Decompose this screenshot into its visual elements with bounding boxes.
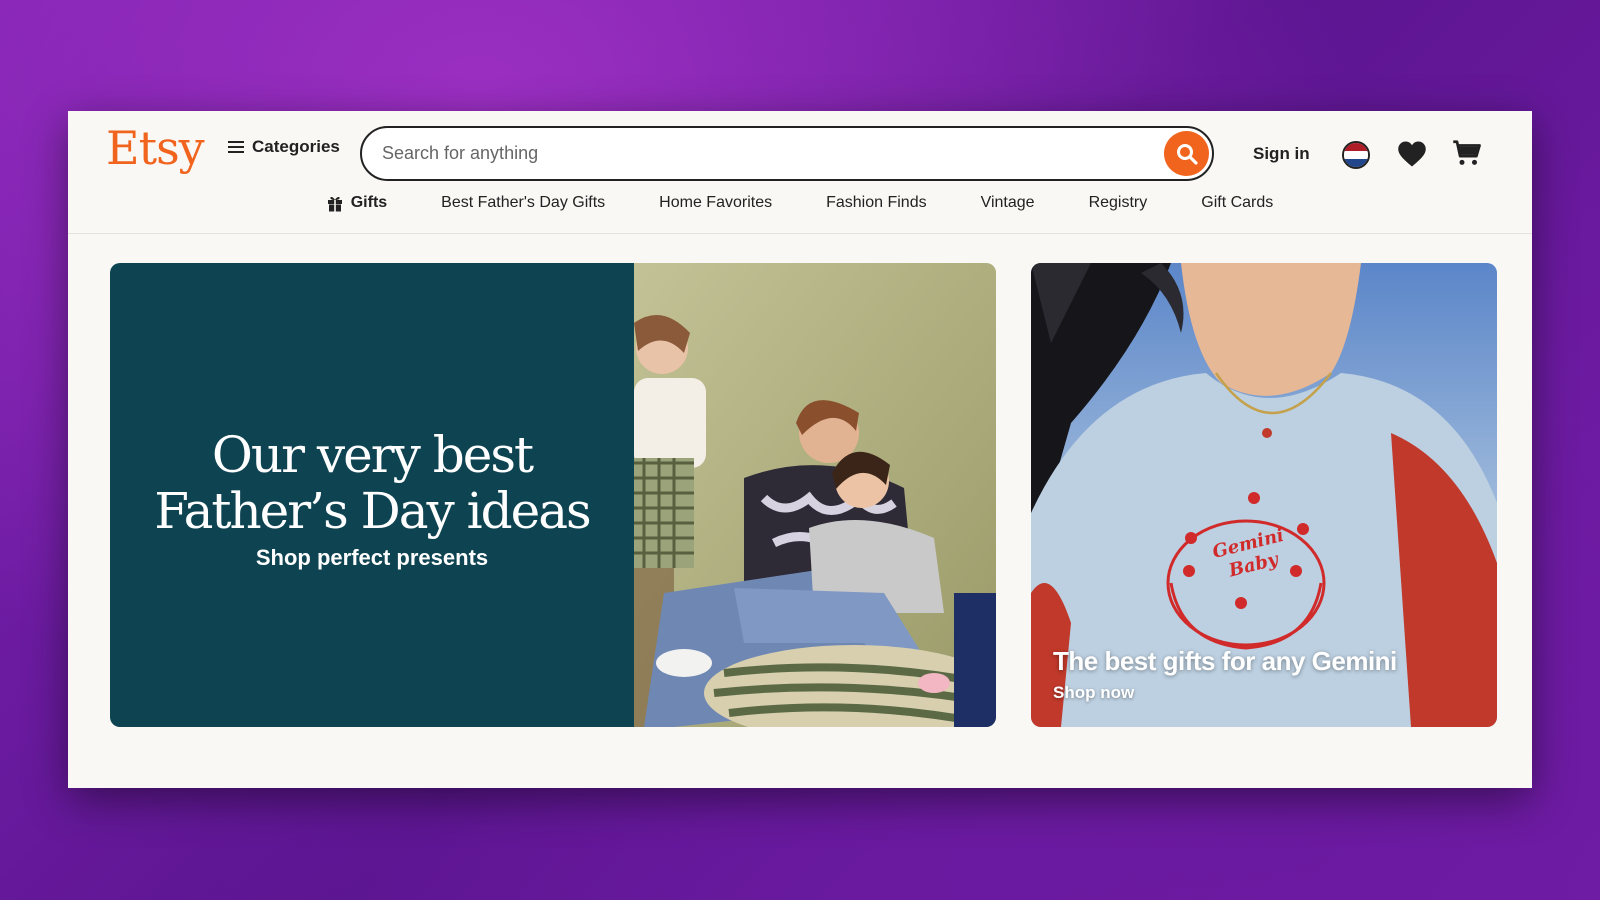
nav-item-gift-cards[interactable]: Gift Cards xyxy=(1174,191,1300,215)
browser-window: Etsy Categories Sign in xyxy=(68,111,1532,788)
hero-title: Our very best Father’s Day ideas xyxy=(154,426,591,540)
favorites-heart-icon[interactable] xyxy=(1397,140,1427,173)
search-input[interactable] xyxy=(382,138,1122,169)
flag-stripe-middle xyxy=(1344,151,1368,159)
nav-item-fathers-day[interactable]: Best Father's Day Gifts xyxy=(414,191,632,215)
gift-icon xyxy=(327,196,342,212)
hero-subtitle: Shop perfect presents xyxy=(255,545,489,570)
category-nav: Gifts Best Father's Day Gifts Home Favor… xyxy=(68,191,1532,215)
categories-button[interactable]: Categories xyxy=(228,137,340,157)
hamburger-icon xyxy=(228,140,244,154)
site-header: Etsy Categories Sign in xyxy=(68,111,1532,234)
categories-label: Categories xyxy=(252,137,340,156)
flag-stripe-top xyxy=(1344,143,1368,151)
etsy-logo[interactable]: Etsy xyxy=(106,121,205,175)
flag-stripe-bottom xyxy=(1344,159,1368,167)
search-button[interactable] xyxy=(1164,131,1209,176)
gemini-gift-banner[interactable]: Gemini Baby The best gifts for any Gemin… xyxy=(1031,263,1497,727)
sign-in-link[interactable]: Sign in xyxy=(1253,144,1310,164)
side-banner-title: The best gifts for any Gemini xyxy=(1053,646,1397,676)
shop-now-link[interactable]: Shop now xyxy=(1053,683,1397,703)
cart-icon[interactable] xyxy=(1452,138,1482,173)
side-banner-text: The best gifts for any Gemini Shop now xyxy=(1053,646,1397,703)
nav-item-home-favorites[interactable]: Home Favorites xyxy=(632,191,799,215)
hero-text-panel: Our very best Father’s Day ideas Shop pe… xyxy=(110,263,634,727)
fathers-day-hero-banner[interactable]: Our very best Father’s Day ideas Shop pe… xyxy=(110,263,996,727)
family-photo xyxy=(634,263,996,727)
nav-item-vintage[interactable]: Vintage xyxy=(954,191,1062,215)
region-flag-icon[interactable] xyxy=(1342,141,1370,169)
nav-item-gifts[interactable]: Gifts xyxy=(300,191,414,215)
nav-item-fashion-finds[interactable]: Fashion Finds xyxy=(799,191,954,215)
search-bar xyxy=(360,126,1214,181)
nav-item-registry[interactable]: Registry xyxy=(1062,191,1175,215)
nav-item-label: Gifts xyxy=(350,194,388,211)
search-icon xyxy=(1176,143,1198,165)
